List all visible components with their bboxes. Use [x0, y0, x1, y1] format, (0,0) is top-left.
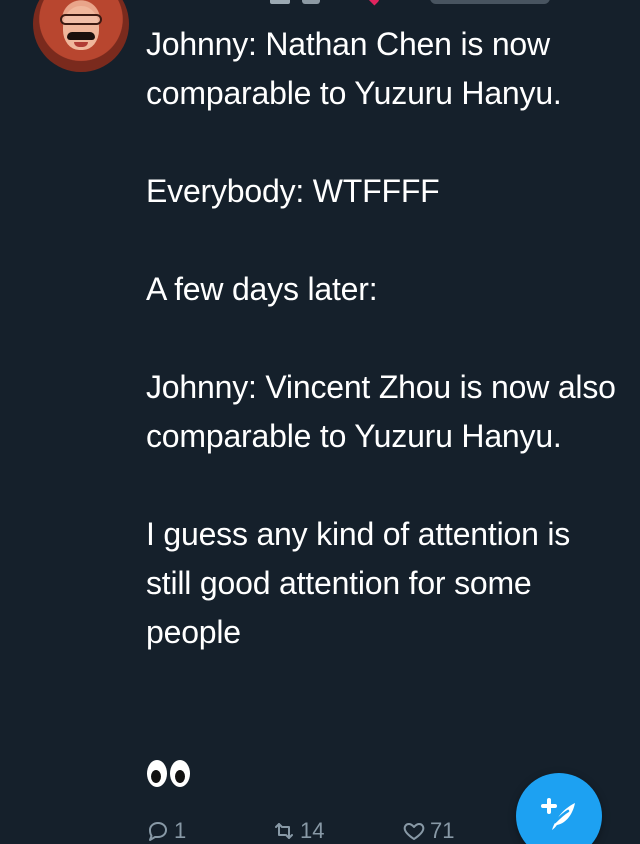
retweet-button[interactable]: 14: [272, 816, 324, 844]
retweet-count: 14: [300, 818, 325, 843]
tweet-screen: Johnny: Nathan Chen is now comparable to…: [0, 0, 640, 844]
cropped-profile-emoji-icon: [302, 0, 320, 4]
eyes-emoji-icon: [146, 758, 194, 792]
retweet-icon: [275, 823, 293, 839]
avatar-glasses: [60, 14, 102, 25]
eye-left-icon: [147, 760, 167, 787]
avatar[interactable]: [33, 0, 129, 72]
reply-icon: [149, 822, 167, 841]
cropped-heart-emoji-icon: [364, 0, 382, 6]
pupil-icon: [151, 770, 161, 783]
cropped-profile-emoji-icon: [270, 0, 290, 4]
cropped-header-metadata: [270, 0, 630, 14]
like-count: 71: [430, 818, 455, 843]
reply-button[interactable]: 1: [146, 816, 186, 844]
reply-count: 1: [174, 818, 187, 843]
compose-tweet-icon: [541, 798, 575, 830]
tweet-text: Johnny: Nathan Chen is now comparable to…: [146, 26, 616, 650]
heart-icon: [403, 823, 425, 840]
cropped-handle-and-time: [430, 0, 550, 4]
tweet-actions: 1 14 71: [146, 816, 506, 844]
eye-right-icon: [170, 760, 190, 787]
avatar-mustache: [67, 32, 95, 40]
pupil-icon: [175, 770, 185, 783]
like-button[interactable]: 71: [402, 816, 454, 844]
compose-tweet-button[interactable]: [516, 773, 602, 844]
